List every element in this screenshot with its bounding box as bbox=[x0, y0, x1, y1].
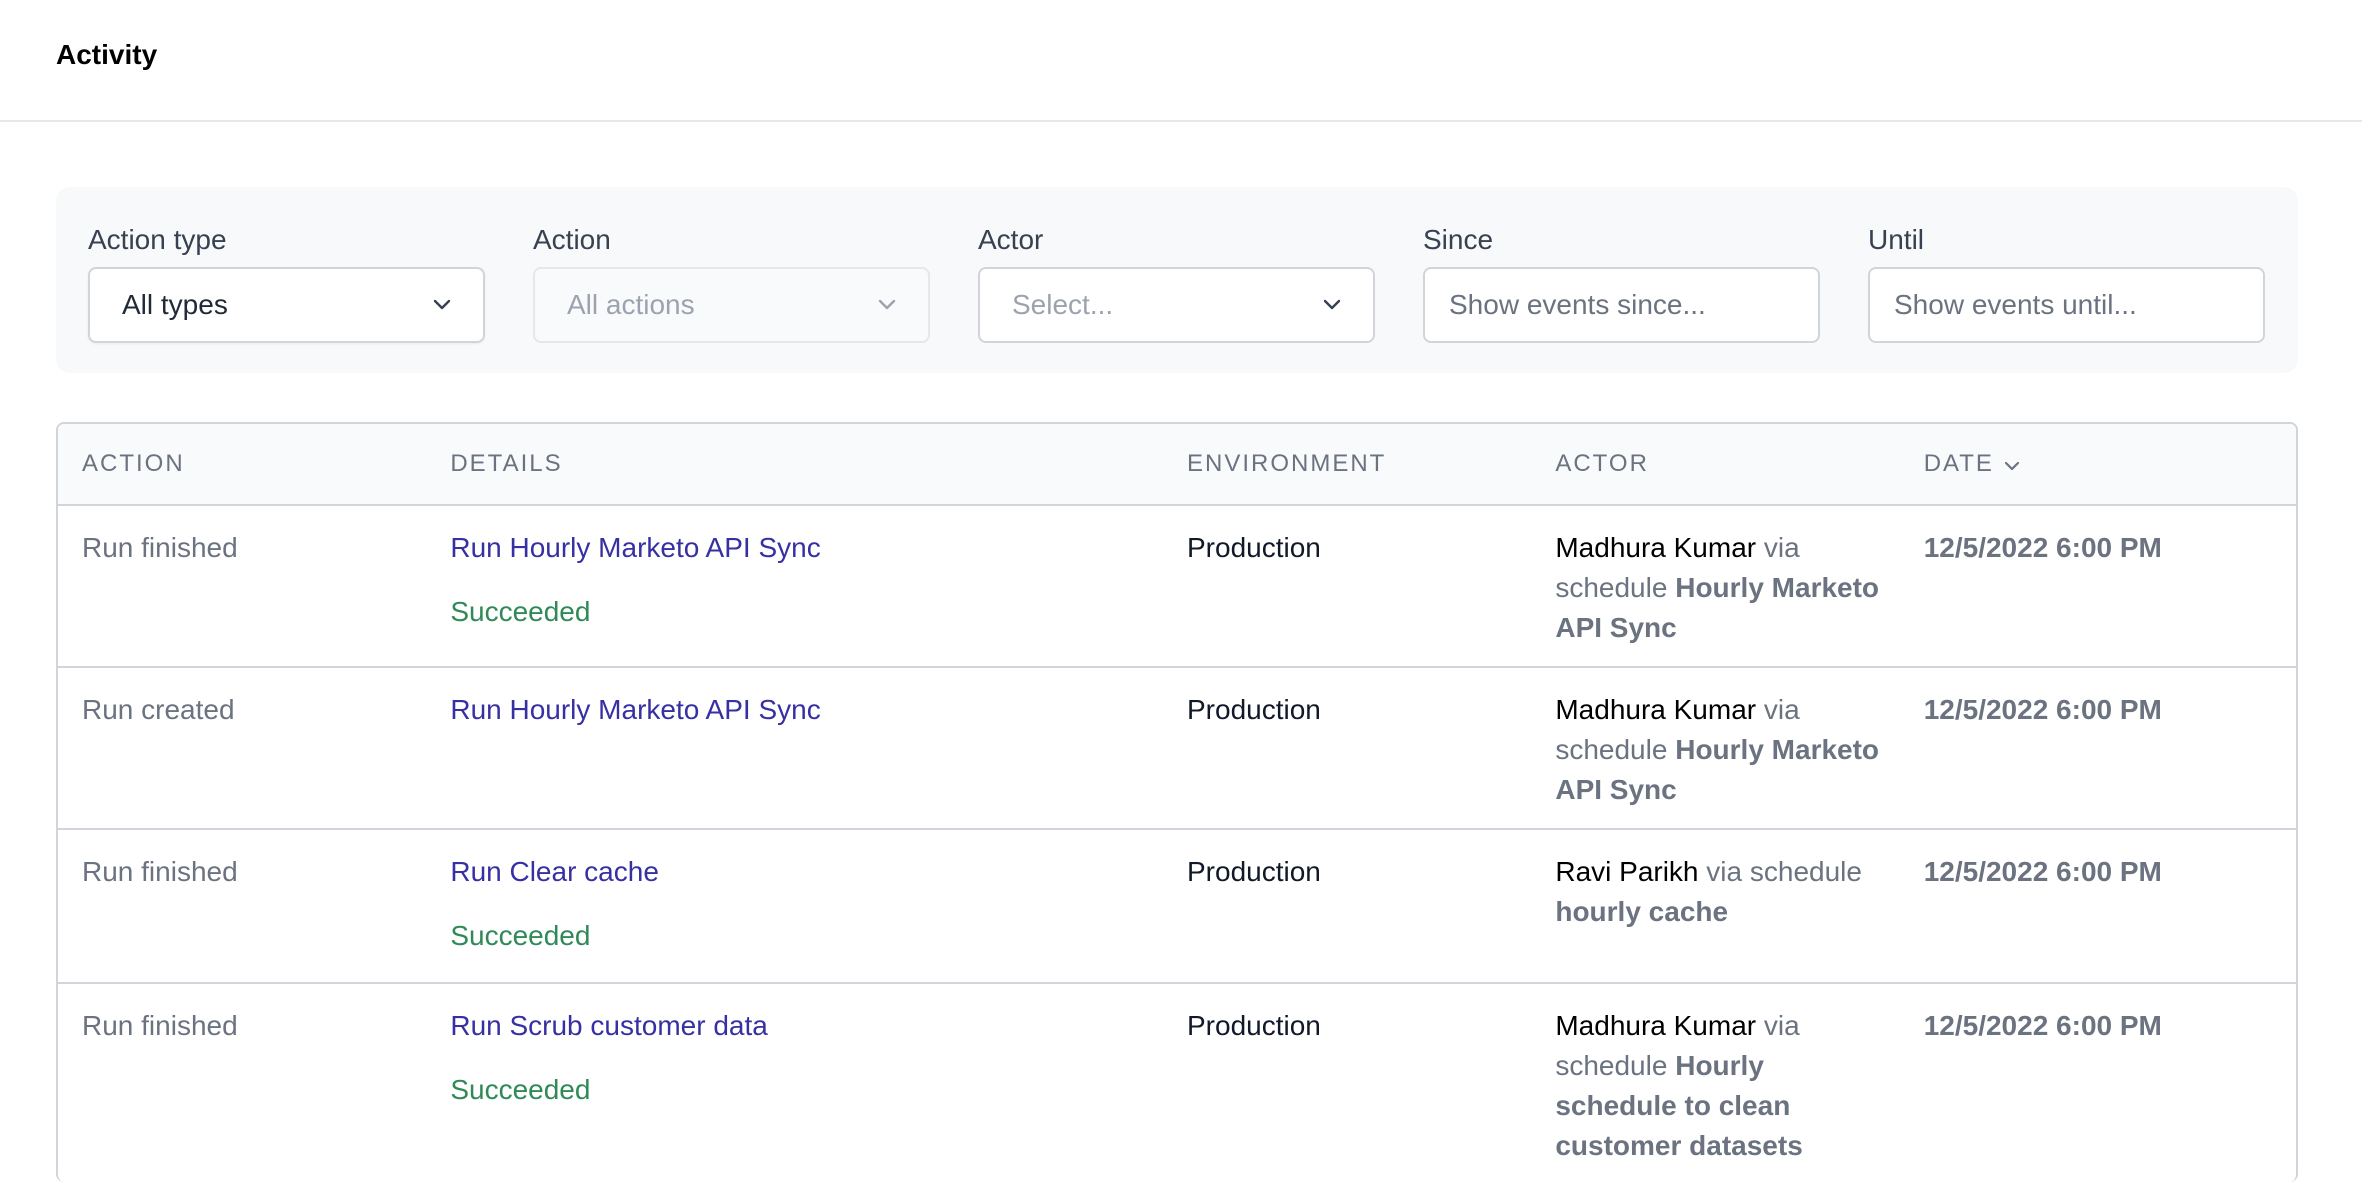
actor-via: via bbox=[1756, 1010, 1800, 1041]
table-row: Run finished Run Hourly Marketo API Sync… bbox=[58, 506, 2296, 668]
row-environment: Production bbox=[1187, 694, 1321, 725]
actor-via-schedule: schedule bbox=[1555, 734, 1676, 765]
column-header-action: ACTION bbox=[82, 450, 185, 477]
row-action: Run created bbox=[82, 694, 235, 725]
table-row: Run created Run Hourly Marketo API Sync … bbox=[58, 668, 2296, 830]
run-link[interactable]: Run Hourly Marketo API Sync bbox=[450, 690, 1163, 730]
row-action: Run finished bbox=[82, 856, 238, 887]
row-details: Run Clear cache Succeeded bbox=[426, 830, 1163, 982]
actor-name: Madhura Kumar bbox=[1555, 694, 1757, 725]
actor-name: Ravi Parikh bbox=[1555, 856, 1699, 887]
row-date: 12/5/2022 6:00 PM bbox=[1923, 532, 2162, 563]
run-link[interactable]: Run Clear cache bbox=[450, 852, 1163, 892]
actor-via: via bbox=[1756, 694, 1800, 725]
since-input[interactable]: Show events since... bbox=[1423, 267, 1820, 343]
select-value: All types bbox=[122, 289, 228, 320]
run-link[interactable]: Run Scrub customer data bbox=[450, 1006, 1163, 1046]
actor-via-schedule: schedule bbox=[1555, 1050, 1676, 1081]
run-link[interactable]: Run Hourly Marketo API Sync bbox=[450, 528, 1163, 568]
row-details: Run Scrub customer data Succeeded bbox=[426, 984, 1163, 1182]
table-row: Run finished Run Clear cache Succeeded P… bbox=[58, 830, 2296, 984]
top-bar: Activity bbox=[0, 0, 2362, 122]
row-date: 12/5/2022 6:00 PM bbox=[1923, 694, 2162, 725]
column-header-date[interactable]: DATE bbox=[1900, 450, 2296, 478]
row-actor: Madhura Kumar via schedule Hourly Marketo… bbox=[1531, 506, 1899, 666]
filter-label: Actor bbox=[978, 224, 1044, 255]
column-header-environment: ENVIRONMENT bbox=[1187, 450, 1387, 477]
row-environment: Production bbox=[1187, 856, 1321, 887]
column-header-details: DETAILS bbox=[450, 450, 563, 477]
row-actor: Madhura Kumar via schedule Hourly schedul… bbox=[1531, 984, 1899, 1182]
actor-via: via bbox=[1756, 532, 1800, 563]
chevron-down-icon bbox=[431, 294, 453, 316]
row-date: 12/5/2022 6:00 PM bbox=[1923, 856, 2162, 887]
page-title: Activity bbox=[56, 39, 158, 70]
filter-action: Action All actions bbox=[533, 221, 930, 373]
row-details: Run Hourly Marketo API Sync bbox=[426, 668, 1163, 828]
row-action: Run finished bbox=[82, 532, 238, 563]
row-environment: Production bbox=[1187, 1010, 1321, 1041]
row-details: Run Hourly Marketo API Sync Succeeded bbox=[426, 506, 1163, 666]
filter-actor: Actor Select... bbox=[978, 221, 1375, 373]
row-date: 12/5/2022 6:00 PM bbox=[1923, 1010, 2162, 1041]
activity-table: ACTION DETAILS ENVIRONMENT ACTOR DATE Ru… bbox=[56, 422, 2298, 1182]
filter-action-type: Action type All types bbox=[88, 221, 485, 373]
action-type-select[interactable]: All types bbox=[88, 267, 485, 343]
table-header: ACTION DETAILS ENVIRONMENT ACTOR DATE bbox=[58, 424, 2296, 506]
column-header-date-label: DATE bbox=[1923, 450, 1994, 477]
row-environment: Production bbox=[1187, 532, 1321, 563]
actor-via-schedule: schedule bbox=[1555, 572, 1676, 603]
until-input[interactable]: Show events until... bbox=[1868, 267, 2265, 343]
select-placeholder: Select... bbox=[1012, 289, 1114, 320]
input-placeholder: Show events until... bbox=[1894, 289, 2137, 320]
filter-label: Since bbox=[1423, 224, 1494, 255]
actor-select[interactable]: Select... bbox=[978, 267, 1375, 343]
filter-label: Action type bbox=[88, 224, 227, 255]
row-actor: Ravi Parikh via schedule hourly cache bbox=[1531, 830, 1899, 982]
filter-label: Until bbox=[1868, 224, 1925, 255]
sort-chevron-down-icon bbox=[2004, 450, 2020, 478]
status-succeeded: Succeeded bbox=[450, 1074, 591, 1105]
actor-name: Madhura Kumar bbox=[1555, 532, 1757, 563]
row-action: Run finished bbox=[82, 1010, 238, 1041]
action-select[interactable]: All actions bbox=[533, 267, 930, 343]
input-placeholder: Show events since... bbox=[1449, 289, 1706, 320]
filter-label: Action bbox=[533, 224, 611, 255]
actor-name: Madhura Kumar bbox=[1555, 1010, 1757, 1041]
chevron-down-icon bbox=[1321, 294, 1343, 316]
filter-since: Since Show events since... bbox=[1423, 221, 1820, 373]
select-value: All actions bbox=[567, 289, 695, 320]
status-succeeded: Succeeded bbox=[450, 596, 591, 627]
filter-bar: Action type All types Action All actions… bbox=[56, 187, 2298, 373]
schedule-name: hourly cache bbox=[1555, 896, 1729, 927]
status-succeeded: Succeeded bbox=[450, 920, 591, 951]
column-header-actor: ACTOR bbox=[1555, 450, 1649, 477]
chevron-down-icon bbox=[876, 294, 898, 316]
actor-via: via schedule bbox=[1698, 856, 1862, 887]
row-actor: Madhura Kumar via schedule Hourly Marketo… bbox=[1531, 668, 1899, 828]
filter-until: Until Show events until... bbox=[1868, 221, 2265, 373]
table-row: Run finished Run Scrub customer data Suc… bbox=[58, 984, 2296, 1182]
